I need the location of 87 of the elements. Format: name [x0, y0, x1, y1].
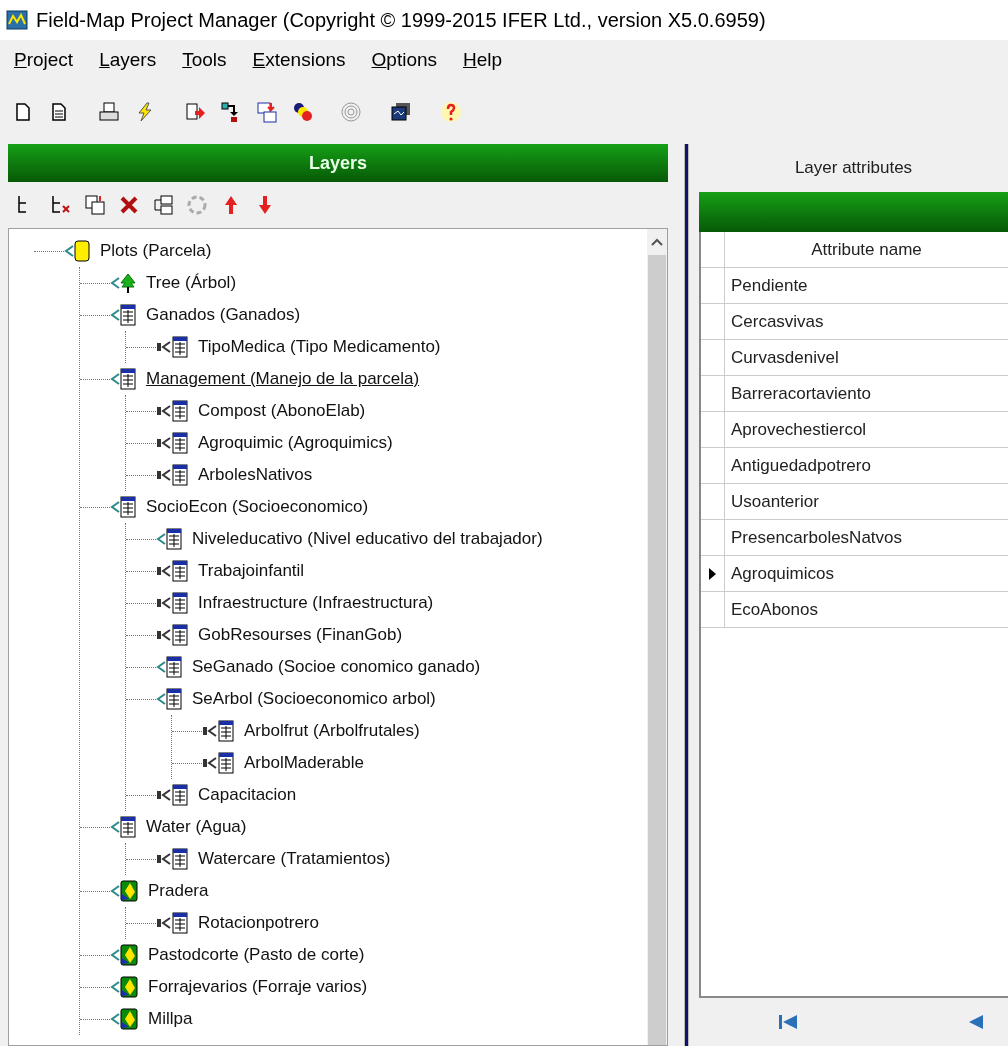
table-icon	[166, 528, 182, 550]
table-icon	[172, 464, 188, 486]
app-icon	[6, 10, 28, 30]
table-cell-text: Curvasdenivel	[730, 346, 840, 369]
printer-tool-icon[interactable]	[98, 101, 120, 123]
table-cell-text: PresencarbolesNatvos	[730, 526, 904, 549]
area-icon	[120, 976, 138, 998]
area-icon	[120, 944, 138, 966]
panel-title: Layer attributes	[793, 157, 914, 180]
copy-table-tool-icon[interactable]	[84, 194, 106, 216]
layer-label[interactable]: Management (Manejo de la parcela)	[146, 366, 420, 392]
current-row-icon	[708, 566, 717, 581]
window-title: Field-Map Project Manager (Copyright © 1999-2015 IFER Ltd., version X5.0.6959)	[36, 8, 766, 33]
table-icon	[172, 400, 188, 422]
layer-label[interactable]: Compost (AbonoElab)	[198, 398, 366, 424]
remove-branch-tool-icon[interactable]	[50, 194, 72, 216]
previous-record-icon[interactable]	[967, 1013, 985, 1031]
table-cell-text: Cercasvivas	[730, 310, 825, 333]
layer-label[interactable]: GobResourses (FinanGob)	[198, 622, 403, 648]
table-cell-text: Agroquimicos	[730, 562, 835, 585]
table-icon	[218, 752, 234, 774]
layer-label[interactable]: Millpa	[148, 1006, 193, 1032]
layer-label[interactable]: Plots (Parcela)	[100, 238, 212, 264]
layer-label[interactable]: Capacitacion	[198, 782, 297, 808]
layer-label[interactable]: ArbolesNativos	[198, 462, 313, 488]
table-icon	[120, 816, 136, 838]
panel-header: Layers	[8, 144, 668, 182]
layer-label[interactable]: Agroquimic (Agroquimics)	[198, 430, 393, 456]
layer-label[interactable]: Water (Agua)	[146, 814, 247, 840]
column-header[interactable]: Attribute name	[725, 232, 1008, 267]
menu-item[interactable]: Options	[371, 45, 437, 75]
area-icon	[120, 1008, 138, 1030]
export-tool-icon[interactable]	[184, 101, 206, 123]
layer-label[interactable]: Infraestructure (Infraestructura)	[198, 590, 434, 616]
layer-label[interactable]: Forrajevarios (Forraje varios)	[148, 974, 368, 1000]
table-icon	[172, 592, 188, 614]
table-cell-text: EcoAbonos	[730, 598, 819, 621]
menu-item[interactable]: Help	[463, 45, 503, 75]
scroll-up-icon	[651, 238, 663, 246]
first-record-icon[interactable]	[777, 1013, 799, 1031]
table-cell-text: Antiguedadpotrero	[730, 454, 872, 477]
scrollbar[interactable]	[647, 229, 667, 1045]
delete-tool-icon[interactable]	[118, 194, 140, 216]
table-icon	[172, 848, 188, 870]
menu-item[interactable]: Tools	[182, 45, 227, 75]
table-icon	[120, 368, 136, 390]
layer-label[interactable]: ArbolMaderable	[244, 750, 364, 776]
menu-item[interactable]: Extensions	[252, 45, 346, 75]
table-cell-text: Usoanterior	[730, 490, 820, 513]
layer-label[interactable]: Pradera	[148, 878, 209, 904]
table-icon	[172, 432, 188, 454]
table-icon	[172, 784, 188, 806]
layer-label[interactable]: Rotacionpotrero	[198, 910, 319, 936]
plot-marker-icon	[74, 240, 90, 262]
menu-item[interactable]: Layers	[99, 45, 157, 75]
table-cell-text: Barreracortaviento	[730, 382, 872, 405]
layer-label[interactable]: Niveleducativo (Nivel educativo del trabajador)	[192, 526, 543, 552]
layer-label[interactable]: Arbolfrut (Arbolfrutales)	[244, 718, 420, 744]
menu-item[interactable]: Project	[14, 45, 74, 75]
layer-label[interactable]: Trabajoinfantil	[198, 558, 305, 584]
layer-label[interactable]: SeGanado (Socioe conomico ganado)	[192, 654, 481, 680]
table-icon	[120, 304, 136, 326]
layer-label[interactable]: Watercare (Tratamientos)	[198, 846, 391, 872]
table-tree-tool-icon[interactable]	[152, 194, 174, 216]
layer-label[interactable]: Tree (Árbol)	[146, 270, 237, 296]
table-icon	[172, 336, 188, 358]
table-icon	[120, 496, 136, 518]
table-icon	[166, 656, 182, 678]
layer-label[interactable]: SeArbol (Socioeconomico arbol)	[192, 686, 436, 712]
layer-label[interactable]: TipoMedica (Tipo Medicamento)	[198, 334, 441, 360]
help-tool-icon[interactable]	[440, 101, 462, 123]
table-icon	[172, 624, 188, 646]
table-icon	[218, 720, 234, 742]
table-icon	[166, 688, 182, 710]
layer-label[interactable]: Pastodcorte (Pasto de corte)	[148, 942, 365, 968]
area-icon	[120, 880, 138, 902]
target-tool-icon[interactable]	[340, 101, 362, 123]
colored-dots-tool-icon[interactable]	[292, 101, 314, 123]
table-icon	[172, 912, 188, 934]
layer-label[interactable]: SocioEcon (Socioeconomico)	[146, 494, 369, 520]
table-icon	[172, 560, 188, 582]
windows-tool-icon[interactable]	[390, 101, 412, 123]
table-import-tool-icon[interactable]	[256, 101, 278, 123]
table-cell-text: Pendiente	[730, 274, 809, 297]
table-cell-text: Aprovechestiercol	[730, 418, 868, 441]
tree-icon	[120, 273, 136, 293]
layer-label[interactable]: Ganados (Ganados)	[146, 302, 301, 328]
